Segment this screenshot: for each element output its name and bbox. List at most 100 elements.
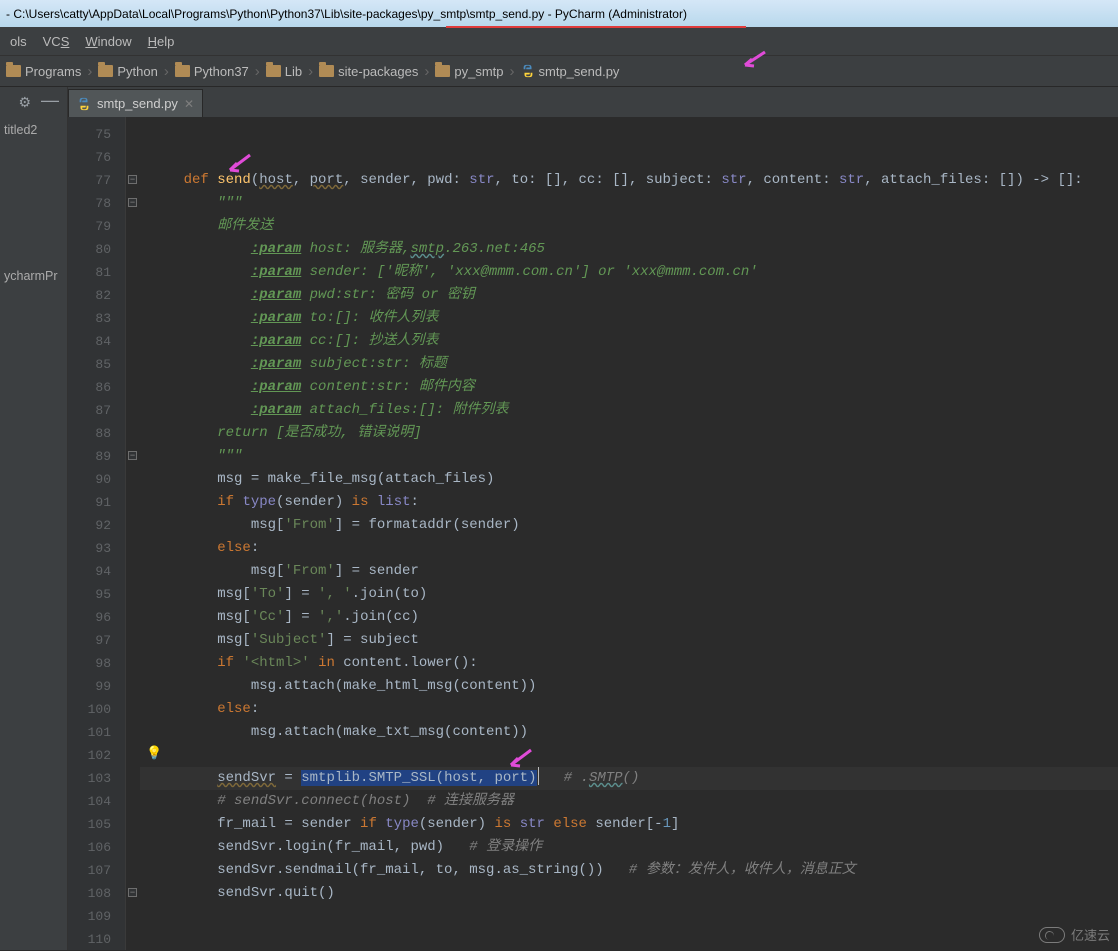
code-line[interactable] bbox=[140, 928, 1118, 950]
breadcrumb-label: Python37 bbox=[194, 64, 249, 79]
code-line[interactable]: :param subject:str: 标题 bbox=[140, 353, 1118, 376]
fold-toggle-icon[interactable] bbox=[128, 888, 137, 897]
code-line[interactable]: msg.attach(make_html_msg(content)) bbox=[140, 675, 1118, 698]
code-line[interactable]: msg['From'] = sender bbox=[140, 560, 1118, 583]
project-tree-item[interactable] bbox=[0, 179, 67, 191]
line-number: 83 bbox=[68, 307, 125, 330]
gear-icon[interactable]: ⚙ bbox=[18, 94, 31, 111]
line-number: 109 bbox=[68, 905, 125, 928]
code-line[interactable]: :param cc:[]: 抄送人列表 bbox=[140, 330, 1118, 353]
line-number: 89 bbox=[68, 445, 125, 468]
menu-item-help[interactable]: Help bbox=[140, 34, 183, 49]
menu-item-vcs[interactable]: VCS bbox=[35, 34, 78, 49]
code-line[interactable] bbox=[140, 123, 1118, 146]
code-area[interactable]: def send(host, port, sender, pwd: str, t… bbox=[140, 117, 1118, 950]
project-tree-item[interactable]: ycharmPr bbox=[0, 263, 67, 289]
project-pane-tools: ⚙ — bbox=[0, 87, 68, 117]
breadcrumb-item[interactable]: site-packages bbox=[317, 64, 420, 79]
code-line[interactable]: """ bbox=[140, 445, 1118, 468]
folder-icon bbox=[175, 65, 190, 77]
code-line[interactable]: fr_mail = sender if type(sender) is str … bbox=[140, 813, 1118, 836]
code-line[interactable] bbox=[140, 146, 1118, 169]
code-line[interactable]: sendSvr.quit() bbox=[140, 882, 1118, 905]
line-number: 105 bbox=[68, 813, 125, 836]
code-line[interactable]: :param to:[]: 收件人列表 bbox=[140, 307, 1118, 330]
line-number: 99 bbox=[68, 675, 125, 698]
code-line[interactable]: :param attach_files:[]: 附件列表 bbox=[140, 399, 1118, 422]
collapse-icon[interactable]: — bbox=[41, 90, 59, 111]
editor-tab-bar: smtp_send.py ✕ bbox=[68, 87, 1118, 117]
window-titlebar: - C:\Users\catty\AppData\Local\Programs\… bbox=[0, 0, 1118, 27]
line-number: 86 bbox=[68, 376, 125, 399]
text-caret bbox=[538, 767, 539, 785]
breadcrumb-separator: › bbox=[506, 63, 519, 80]
menu-bar: olsVCSWindowHelp bbox=[0, 27, 1118, 55]
project-tree-item[interactable] bbox=[0, 155, 67, 167]
code-line[interactable]: sendSvr.login(fr_mail, pwd) # 登录操作 bbox=[140, 836, 1118, 859]
project-tree-item[interactable] bbox=[0, 215, 67, 227]
editor-tab-active[interactable]: smtp_send.py ✕ bbox=[68, 89, 203, 117]
code-line[interactable]: sendSvr = smtplib.SMTP_SSL(host, port) #… bbox=[140, 767, 1118, 790]
code-line[interactable]: if '<html>' in content.lower(): bbox=[140, 652, 1118, 675]
python-file-icon bbox=[521, 64, 535, 78]
code-line[interactable]: sendSvr.sendmail(fr_mail, to, msg.as_str… bbox=[140, 859, 1118, 882]
project-tree-item[interactable]: titled2 bbox=[0, 117, 67, 143]
code-line[interactable]: :param pwd:str: 密码 or 密钥 bbox=[140, 284, 1118, 307]
intention-bulb-icon[interactable]: 💡 bbox=[146, 746, 160, 760]
line-number: 110 bbox=[68, 928, 125, 951]
project-tree-item[interactable] bbox=[0, 143, 67, 155]
line-number: 93 bbox=[68, 537, 125, 560]
code-line[interactable]: :param host: 服务器,smtp.263.net:465 bbox=[140, 238, 1118, 261]
code-line[interactable]: msg['From'] = formataddr(sender) bbox=[140, 514, 1118, 537]
fold-toggle-icon[interactable] bbox=[128, 175, 137, 184]
code-line[interactable]: msg['Subject'] = subject bbox=[140, 629, 1118, 652]
folder-icon bbox=[266, 65, 281, 77]
breadcrumb-separator: › bbox=[251, 63, 264, 80]
menu-item-window[interactable]: Window bbox=[77, 34, 139, 49]
project-tree-item[interactable] bbox=[0, 167, 67, 179]
code-line[interactable]: if type(sender) is list: bbox=[140, 491, 1118, 514]
fold-region bbox=[126, 117, 140, 950]
project-tree-item[interactable] bbox=[0, 203, 67, 215]
code-line[interactable]: else: bbox=[140, 537, 1118, 560]
fold-toggle-icon[interactable] bbox=[128, 451, 137, 460]
code-line[interactable] bbox=[140, 744, 1118, 767]
breadcrumb-item[interactable]: Python37 bbox=[173, 64, 251, 79]
breadcrumb-label: site-packages bbox=[338, 64, 418, 79]
code-line[interactable]: def send(host, port, sender, pwd: str, t… bbox=[140, 169, 1118, 192]
project-tree-item[interactable] bbox=[0, 251, 67, 263]
project-tree-item[interactable] bbox=[0, 191, 67, 203]
code-line[interactable]: :param sender: ['昵称', 'xxx@mmm.com.cn'] … bbox=[140, 261, 1118, 284]
breadcrumb-item[interactable]: Lib bbox=[264, 64, 304, 79]
project-tree-item[interactable] bbox=[0, 227, 67, 239]
watermark-text: 亿速云 bbox=[1071, 925, 1110, 944]
line-number: 106 bbox=[68, 836, 125, 859]
code-line[interactable]: msg.attach(make_txt_msg(content)) bbox=[140, 721, 1118, 744]
code-line[interactable]: :param content:str: 邮件内容 bbox=[140, 376, 1118, 399]
breadcrumb-bar: Programs›Python›Python37›Lib›site-packag… bbox=[0, 55, 1118, 87]
code-line[interactable]: 邮件发送 bbox=[140, 215, 1118, 238]
code-line[interactable]: else: bbox=[140, 698, 1118, 721]
close-icon[interactable]: ✕ bbox=[184, 97, 194, 111]
line-number: 90 bbox=[68, 468, 125, 491]
code-editor[interactable]: 7576777879808182838485868788899091929394… bbox=[68, 117, 1118, 950]
breadcrumb-item[interactable]: Python bbox=[96, 64, 159, 79]
fold-toggle-icon[interactable] bbox=[128, 198, 137, 207]
code-line[interactable]: msg['To'] = ', '.join(to) bbox=[140, 583, 1118, 606]
code-line[interactable]: return [是否成功, 错误说明] bbox=[140, 422, 1118, 445]
code-line[interactable]: msg['Cc'] = ','.join(cc) bbox=[140, 606, 1118, 629]
code-line[interactable]: msg = make_file_msg(attach_files) bbox=[140, 468, 1118, 491]
line-number: 97 bbox=[68, 629, 125, 652]
folder-icon bbox=[319, 65, 334, 77]
folder-icon bbox=[6, 65, 21, 77]
code-line[interactable]: # sendSvr.connect(host) # 连接服务器 bbox=[140, 790, 1118, 813]
project-pane[interactable]: titled2 ycharmPr bbox=[0, 117, 68, 950]
breadcrumb-item[interactable]: Programs bbox=[4, 64, 83, 79]
title-annotation-underline bbox=[446, 25, 746, 28]
code-line[interactable]: """ bbox=[140, 192, 1118, 215]
breadcrumb-item[interactable]: py_smtp bbox=[433, 64, 505, 79]
code-line[interactable] bbox=[140, 905, 1118, 928]
project-tree-item[interactable] bbox=[0, 239, 67, 251]
breadcrumb-item[interactable]: smtp_send.py bbox=[519, 64, 622, 79]
menu-item-ols[interactable]: ols bbox=[2, 34, 35, 49]
